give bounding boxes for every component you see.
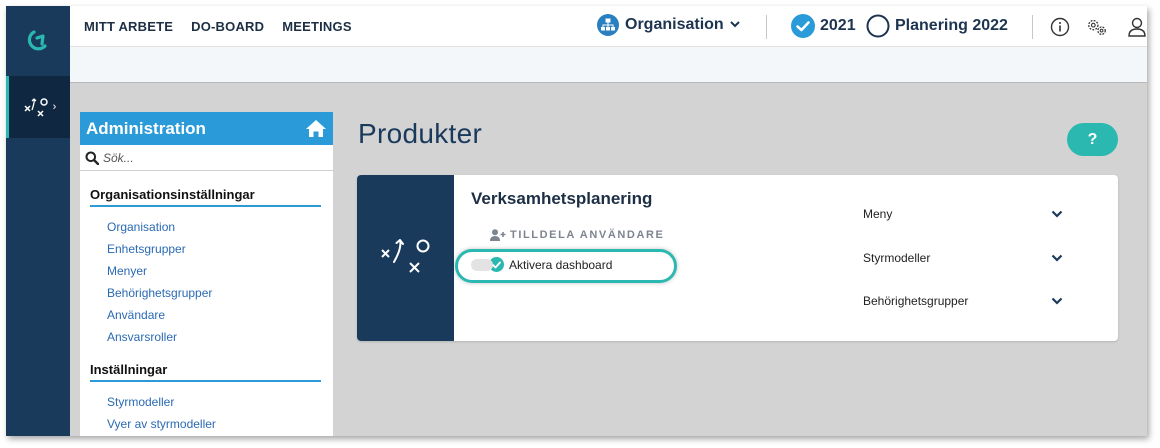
nav-do-board[interactable]: DO-BOARD	[191, 19, 264, 34]
search-icon	[85, 151, 99, 165]
year-planning-label: Planering 2022	[895, 17, 1008, 34]
help-button[interactable]: ?	[1067, 123, 1118, 156]
admin-link-behorighetsgrupper[interactable]: Behörighetsgrupper	[80, 282, 333, 304]
organisation-selector[interactable]: Organisation	[597, 14, 740, 36]
administration-header: Administration	[80, 112, 333, 145]
page-title: Produkter	[358, 118, 483, 149]
chevron-down-icon	[729, 20, 740, 31]
section-title-installningar: Inställningar	[90, 362, 321, 382]
empty-circle-icon	[866, 14, 890, 38]
planning-2022-selector[interactable]: Planering 2022	[866, 14, 1008, 38]
assign-users-label: TILLDELA ANVÄNDARE	[510, 229, 665, 241]
dashboard-toggle-row: Aktivera dashboard	[471, 257, 612, 272]
sub-toolbar	[70, 47, 1147, 83]
user-profile-icon[interactable]	[1126, 16, 1147, 38]
nav-mitt-arbete[interactable]: MITT ARBETE	[84, 19, 173, 34]
year-current-label: 2021	[820, 17, 856, 34]
admin-link-vyer-av-styrmodeller[interactable]: Vyer av styrmodeller	[80, 413, 333, 435]
check-circle-icon	[791, 14, 815, 38]
dropdown-meny[interactable]: Meny	[863, 204, 1063, 224]
administration-title: Administration	[86, 118, 206, 138]
user-plus-icon	[490, 229, 506, 241]
dropdown-styrmodeller-label: Styrmodeller	[863, 251, 931, 265]
admin-link-anvandare[interactable]: Användare	[80, 304, 333, 326]
year-2021-selector[interactable]: 2021	[791, 14, 856, 38]
chevron-right-icon: ›	[52, 101, 57, 113]
product-name: Verksamhetsplanering	[471, 189, 653, 208]
dropdown-behorighetsgrupper[interactable]: Behörighetsgrupper	[863, 291, 1063, 311]
product-card: Verksamhetsplanering TILLDELA ANVÄNDARE …	[357, 175, 1118, 341]
admin-link-styrmodeller[interactable]: Styrmodeller	[80, 391, 333, 413]
dashboard-toggle[interactable]	[471, 258, 493, 271]
admin-search-input[interactable]	[103, 150, 303, 165]
admin-link-organisation[interactable]: Organisation	[80, 216, 333, 238]
admin-link-ansvarsroller[interactable]: Ansvarsroller	[80, 326, 333, 348]
admin-link-enhetsgrupper[interactable]: Enhetsgrupper	[80, 238, 333, 260]
chevron-down-icon	[1051, 254, 1063, 262]
org-chart-icon	[597, 14, 619, 36]
divider	[1032, 15, 1033, 39]
app-logo-icon[interactable]	[6, 6, 70, 76]
organisation-label: Organisation	[625, 16, 724, 33]
dropdown-styrmodeller[interactable]: Styrmodeller	[863, 248, 1063, 268]
left-rail: ›	[6, 6, 70, 436]
admin-link-menyer[interactable]: Menyer	[80, 260, 333, 282]
strategy-module-button[interactable]: ›	[6, 76, 70, 138]
chevron-down-icon	[1051, 210, 1063, 218]
chevron-down-icon	[1051, 297, 1063, 305]
strategy-play-icon	[380, 239, 429, 273]
administration-panel: Administration Organisationsinställninga…	[80, 112, 333, 436]
product-card-sidebar	[357, 175, 454, 341]
assign-users-button[interactable]: TILLDELA ANVÄNDARE	[490, 229, 664, 241]
dropdown-meny-label: Meny	[863, 207, 893, 221]
info-icon[interactable]	[1049, 16, 1071, 38]
top-navigation-bar: MITT ARBETE DO-BOARD MEETINGS Organisati…	[70, 6, 1147, 47]
home-icon[interactable]	[305, 119, 327, 138]
settings-gears-icon[interactable]	[1086, 16, 1108, 38]
dropdown-behorighetsgrupper-label: Behörighetsgrupper	[863, 294, 969, 308]
admin-search-bar	[80, 145, 333, 171]
dashboard-toggle-label: Aktivera dashboard	[509, 257, 613, 272]
divider	[766, 15, 767, 39]
app-window: › MITT ARBETE DO-BOARD MEETINGS Organisa…	[6, 6, 1147, 436]
nav-meetings[interactable]: MEETINGS	[282, 19, 352, 34]
section-title-organisationsinstallningar: Organisationsinställningar	[90, 187, 321, 207]
strategy-play-icon	[24, 98, 48, 117]
